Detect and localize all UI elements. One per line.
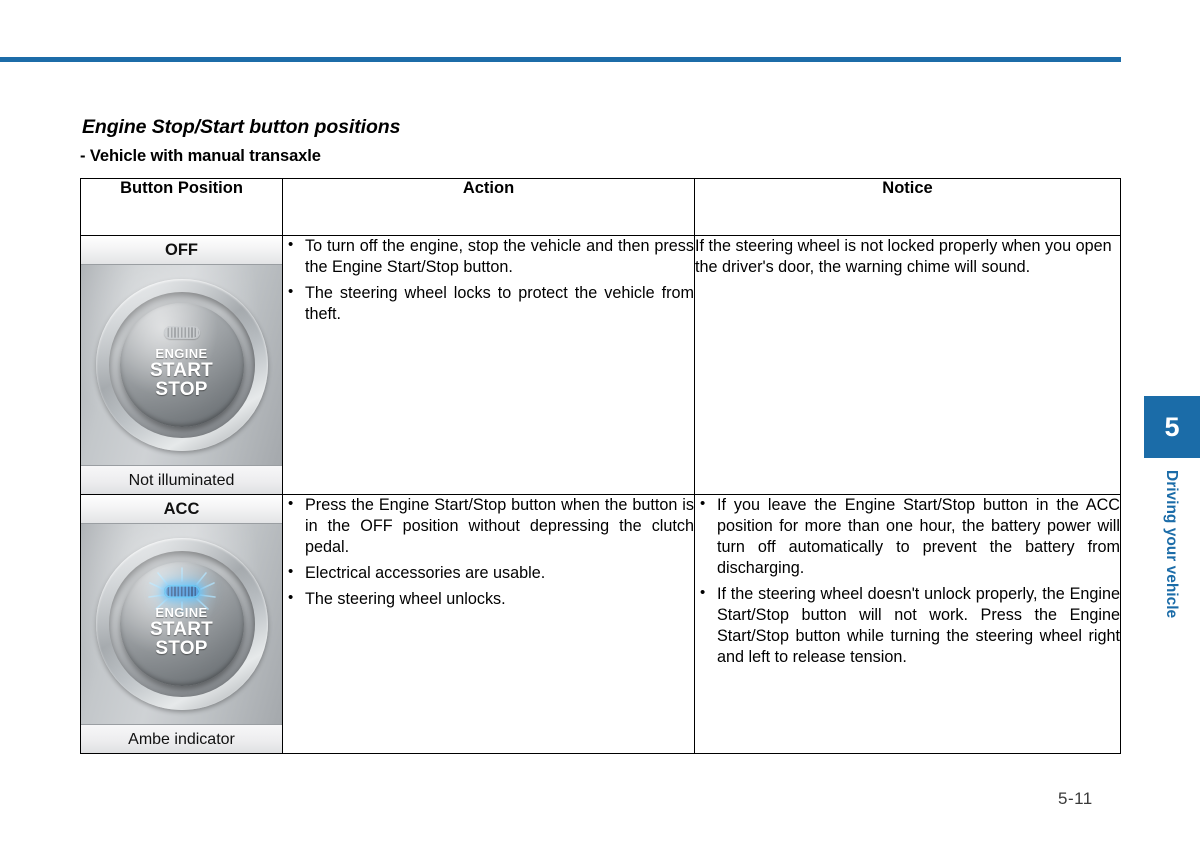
list-item: Press the Engine Start/Stop button when … [283,494,694,558]
button-text-line2: START [150,360,213,382]
manual-page: Engine Stop/Start button positions - Veh… [0,0,1200,845]
action-bullet-list: Press the Engine Start/Stop button when … [283,494,694,610]
engine-start-stop-button-off[interactable]: ENGINE START STOP [119,303,244,427]
table-row: ACC ENGINE START STOP Ambe indicator • P… [80,494,1121,754]
chapter-label-text: Driving your vehicle [1163,470,1180,619]
list-item: To turn off the engine, stop the vehicle… [283,235,694,278]
button-position-cell-off: OFF ENGINE START STOP Not illuminated [80,235,283,495]
list-item: If the steering wheel doesn't unlock pro… [695,583,1120,668]
column-header-button-position: Button Position [80,178,283,236]
table-row: OFF ENGINE START STOP Not illuminated • … [80,235,1121,495]
button-face-text: ENGINE START STOP [120,347,244,399]
button-text-line2: START [150,619,213,641]
button-text-line3: STOP [155,637,208,659]
indicator-caption-off: Not illuminated [81,465,282,494]
button-indicator-unlit-icon [163,326,200,339]
header-rule [0,57,1121,62]
button-bezel: ENGINE START STOP [95,279,268,451]
indicator-caption-acc: Ambe indicator [81,724,282,753]
list-item: If you leave the Engine Start/Stop butto… [695,494,1120,579]
button-text-line1: ENGINE [155,605,208,620]
notice-bullet-list: If you leave the Engine Start/Stop butto… [695,494,1120,669]
button-bezel-inner: ENGINE START STOP [108,551,255,697]
list-item: Electrical accessories are usable. [283,562,694,584]
engine-start-stop-button-acc[interactable]: ENGINE START STOP [119,562,244,686]
page-subtitle: - Vehicle with manual transaxle [80,147,321,165]
chapter-label: Driving your vehicle [1144,470,1200,670]
button-text-line1: ENGINE [155,346,208,361]
notice-cell-off: If the steering wheel is not locked prop… [694,235,1121,495]
state-label-acc: ACC [81,495,282,524]
button-position-cell-acc: ACC ENGINE START STOP Ambe indicator [80,494,283,754]
notice-paragraph: If the steering wheel is not locked prop… [695,237,1112,277]
button-text-line3: STOP [155,378,208,400]
button-face-text: ENGINE START STOP [120,606,244,658]
action-cell-off: To turn off the engine, stop the vehicle… [282,235,695,495]
column-header-action: Action [282,178,695,236]
button-bezel-inner: ENGINE START STOP [108,292,255,438]
button-bezel: ENGINE START STOP [95,538,268,710]
engine-start-stop-button-image-acc: ENGINE START STOP [81,524,282,724]
page-number: 5-11 [1058,789,1093,808]
list-item: The steering wheel locks to protect the … [283,282,694,325]
chapter-tab[interactable]: 5 [1144,396,1200,458]
notice-cell-acc: If you leave the Engine Start/Stop butto… [694,494,1121,754]
action-bullet-list: To turn off the engine, stop the vehicle… [283,235,694,325]
list-item: The steering wheel unlocks. [283,588,694,610]
state-label-off: OFF [81,236,282,265]
chapter-number: 5 [1164,411,1180,442]
action-cell-acc: Press the Engine Start/Stop button when … [282,494,695,754]
button-positions-table: Button Position Action Notice OFF ENGINE… [80,178,1121,754]
engine-start-stop-button-image-off: ENGINE START STOP [81,265,282,465]
column-header-notice: Notice [694,178,1121,236]
button-indicator-illuminated-icon [163,585,200,598]
page-title: Engine Stop/Start button positions [82,116,401,138]
table-header-row: Button Position Action Notice [80,178,1121,236]
